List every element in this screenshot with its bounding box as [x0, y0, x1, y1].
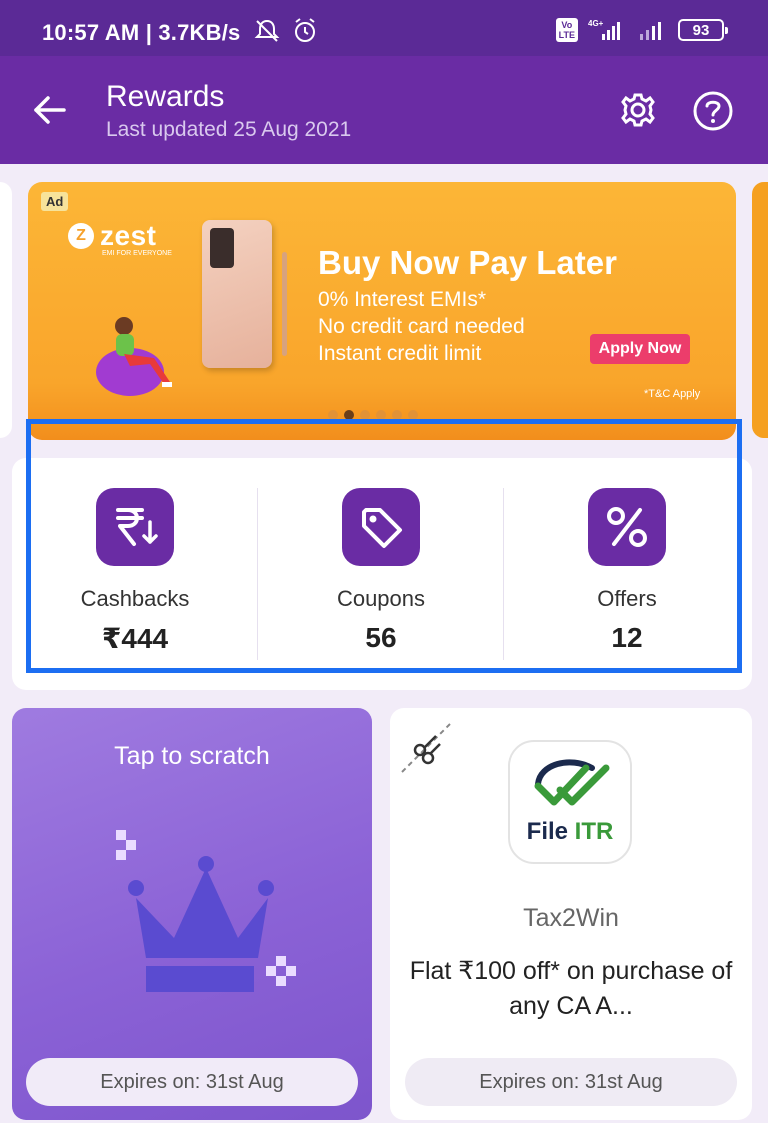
zest-logo: Z zest EMI FOR EVERYONE [68, 220, 172, 257]
back-arrow-icon[interactable] [30, 90, 70, 130]
cashbacks-summary[interactable]: Cashbacks ₹444 [12, 488, 258, 655]
zest-mark-icon: Z [68, 223, 94, 249]
offers-value: 12 [611, 622, 643, 653]
battery-level: 93 [692, 21, 710, 39]
apply-now-button[interactable]: Apply Now [590, 334, 690, 364]
cashbacks-value: ₹444 [101, 623, 169, 654]
signal-icon: 4G+ [588, 19, 620, 40]
page-title: Rewards [106, 80, 225, 113]
rupee-down-icon [96, 488, 174, 566]
volte-badge: Vo LTE [555, 18, 578, 42]
logo-text-b: ITR [574, 818, 614, 845]
coupons-label: Coupons [336, 586, 426, 611]
battery-icon: 93 [678, 19, 728, 41]
coupon-description: Flat ₹100 off* on purchase of any CA A..… [409, 957, 733, 1020]
offers-summary[interactable]: Offers 12 [504, 488, 750, 654]
rewards-summary-card: Cashbacks ₹444 Coupons 56 Offers 12 [12, 458, 752, 690]
carousel-dot [344, 410, 354, 420]
banner-line-2: No credit card needed [318, 315, 525, 338]
file-itr-logo: File ITR [508, 740, 632, 864]
status-time: 10:57 AM | 3.7KB/s [42, 20, 241, 45]
banner-line-1: 0% Interest EMIs* [318, 288, 487, 311]
phone-illustration [202, 220, 272, 368]
zest-tagline: EMI FOR EVERYONE [102, 250, 172, 257]
help-icon[interactable] [692, 90, 734, 132]
scratch-expiry-pill: Expires on: 31st Aug [26, 1058, 358, 1106]
cashbacks-label: Cashbacks [80, 586, 190, 611]
zest-wordmark: zest [100, 220, 157, 251]
app-bar: Rewards Last updated 25 Aug 2021 [0, 56, 768, 164]
crown-icon [116, 830, 296, 992]
offers-label: Offers [597, 586, 657, 611]
mute-icon [254, 19, 280, 42]
coupon-brand-name: Tax2Win [523, 904, 619, 932]
gear-icon[interactable] [618, 90, 658, 130]
banner-line-3: Instant credit limit [318, 342, 482, 365]
coupons-summary[interactable]: Coupons 56 [258, 488, 504, 654]
scratch-card[interactable]: Tap to scratch Expires on: 31st Aug [12, 708, 372, 1120]
carousel-next-peek[interactable] [752, 182, 768, 438]
coupons-value: 56 [365, 622, 397, 653]
network-type-label: 4G+ [588, 19, 604, 28]
last-updated-text: Last updated 25 Aug 2021 [106, 118, 352, 141]
carousel-prev-peek[interactable] [0, 182, 12, 438]
scratch-card-title: Tap to scratch [114, 742, 270, 770]
signal-2-icon [640, 22, 661, 40]
carousel-dot [360, 410, 370, 420]
stylus-illustration [282, 252, 287, 356]
coupon-card[interactable]: File ITR Tax2Win Flat ₹100 off* on purch… [390, 708, 752, 1120]
file-itr-logo-text: File ITR [510, 818, 630, 846]
status-bar: 10:57 AM | 3.7KB/s Vo LTE 4G+ 93 [0, 0, 768, 56]
scissors-icon [401, 723, 451, 773]
carousel-dot [328, 410, 338, 420]
ad-label: Ad [41, 192, 69, 211]
ad-banner[interactable]: Ad Z zest EMI FOR EVERYONE Buy Now Pay L… [28, 182, 736, 440]
banner-headline: Buy Now Pay Later [318, 244, 617, 281]
carousel-dot [408, 410, 418, 420]
carousel-dot [392, 410, 402, 420]
alarm-icon [295, 18, 315, 42]
person-on-beanbag-illustration [96, 317, 172, 396]
coupon-expiry-pill: Expires on: 31st Aug [405, 1058, 737, 1106]
carousel-dot [376, 410, 386, 420]
tag-icon [342, 488, 420, 566]
logo-text-a: File [526, 818, 575, 845]
percent-icon [588, 488, 666, 566]
banner-disclaimer: *T&C Apply [644, 388, 701, 400]
carousel-indicator [328, 410, 418, 420]
